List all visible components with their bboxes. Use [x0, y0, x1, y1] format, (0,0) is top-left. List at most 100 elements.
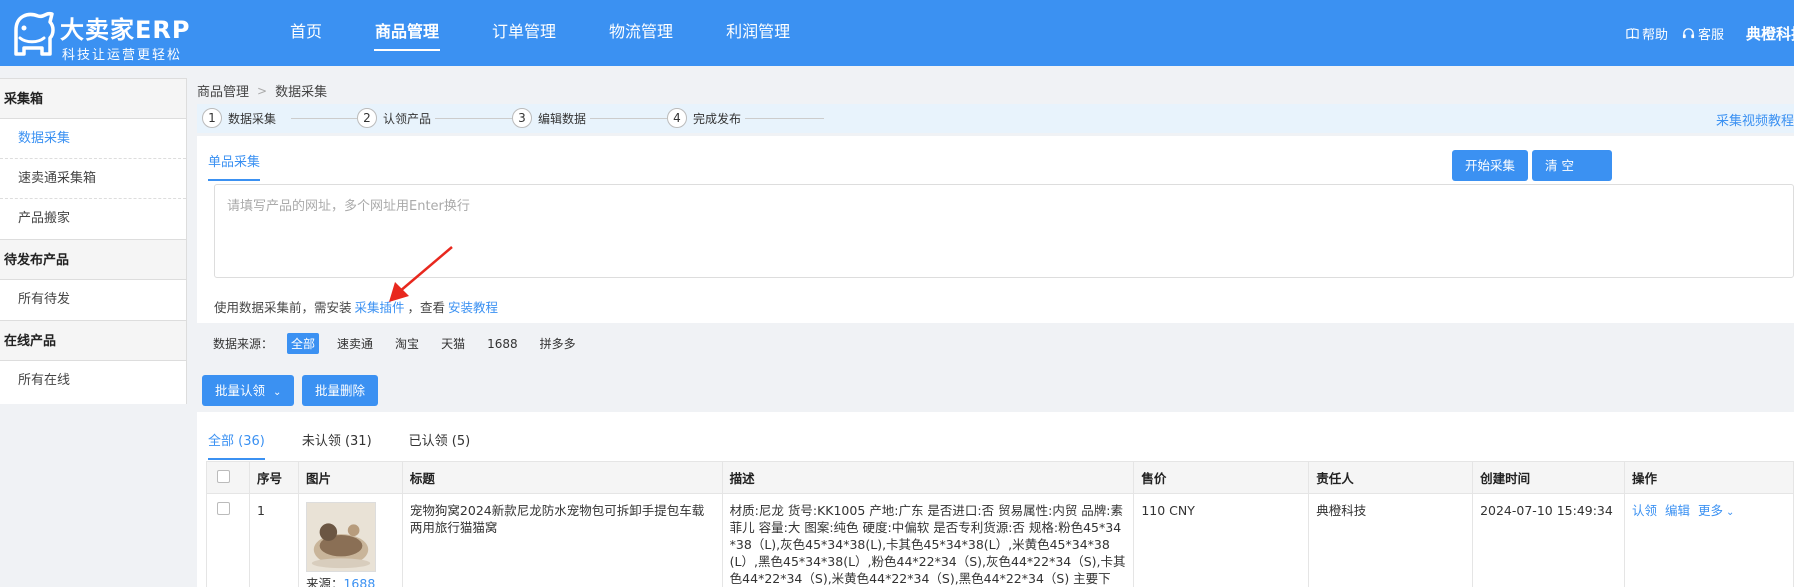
sidebar-item-all-online[interactable]: 所有在线 [0, 361, 186, 401]
source-filter: 数据来源： 全部 速卖通 淘宝 天猫 1688 拼多多 [213, 333, 580, 354]
edit-link[interactable]: 编辑 [1665, 502, 1690, 521]
source-tmall[interactable]: 天猫 [437, 333, 469, 354]
step-label: 编辑数据 [538, 111, 587, 126]
step-4: 4 完成发布 [667, 108, 746, 128]
brand-name: 大卖家ERP [60, 16, 191, 44]
product-list-panel: 全部 (36) 未认领 (31) 已认领 (5) 序号 图片 标题 描述 售价 … [197, 412, 1794, 587]
chevron-down-icon: ⌄ [273, 387, 282, 398]
header-right: 帮助 客服 典橙科技 [1626, 0, 1794, 66]
steps-bar: 1 数据采集 2 认领产品 3 编辑数据 4 完成发布 采集视频教程 [197, 104, 1794, 133]
more-label: 更多 [1698, 503, 1724, 518]
step-number: 2 [357, 108, 377, 128]
source-pinduoduo[interactable]: 拼多多 [536, 333, 580, 354]
sidebar-group-pending[interactable]: 待发布产品 [0, 239, 186, 280]
product-thumbnail[interactable] [305, 502, 376, 572]
header-created-time: 创建时间 [1472, 461, 1625, 494]
source-aliexpress[interactable]: 速卖通 [333, 333, 377, 354]
headset-icon [1682, 27, 1695, 38]
tab-unclaimed[interactable]: 未认领 (31) [302, 430, 372, 460]
step-label: 完成发布 [693, 111, 742, 126]
sidebar-group-online[interactable]: 在线产品 [0, 320, 186, 361]
step-1: 1 数据采集 [202, 108, 281, 128]
nav-products[interactable]: 商品管理 [360, 0, 454, 66]
row-source-label: 来源： [305, 576, 344, 587]
sidebar-item-data-collect[interactable]: 数据采集 [0, 119, 186, 159]
breadcrumb: 商品管理 > 数据采集 [197, 81, 328, 101]
row-image-cell: 来源：1688 [297, 493, 403, 587]
source-taobao[interactable]: 淘宝 [391, 333, 423, 354]
row-ops: 认领 编辑 更多 ⌄ [1632, 502, 1786, 521]
install-tutorial-link[interactable]: 安装教程 [448, 297, 498, 316]
bulk-claim-label: 批量认领 [215, 383, 266, 398]
table-row: 1 来源：1688 宠物狗窝2024新款尼龙防水宠物包可拆卸手提包车载两用旅行猫 [206, 493, 1794, 587]
sidebar-item-product-move[interactable]: 产品搬家 [0, 199, 186, 239]
hint-prefix: 使用数据采集前，需安装 [214, 300, 352, 315]
clear-button[interactable]: 清 空 [1532, 150, 1612, 181]
step-label: 数据采集 [228, 111, 277, 126]
tab-single-collect[interactable]: 单品采集 [208, 151, 261, 181]
header-owner: 责任人 [1308, 461, 1474, 494]
sidebar-item-all-pending[interactable]: 所有待发 [0, 280, 186, 320]
claim-link[interactable]: 认领 [1632, 502, 1657, 521]
row-source-link[interactable]: 1688 [343, 576, 375, 587]
breadcrumb-products[interactable]: 商品管理 [197, 81, 249, 100]
row-select-cell [206, 493, 250, 587]
tab-claimed[interactable]: 已认领 (5) [409, 430, 471, 460]
header-index: 序号 [248, 461, 299, 494]
help-link[interactable]: 帮助 [1626, 24, 1668, 43]
step-number: 4 [667, 108, 687, 128]
top-header: 大卖家ERP 科技让运营更轻松 首页 商品管理 订单管理 物流管理 利润管理 帮… [0, 0, 1794, 66]
nav-home[interactable]: 首页 [275, 0, 337, 66]
service-link[interactable]: 客服 [1682, 24, 1724, 43]
row-source: 来源：1688 [306, 575, 395, 587]
sidebar: 采集箱 数据采集 速卖通采集箱 产品搬家 待发布产品 所有待发 在线产品 所有在… [0, 78, 187, 404]
row-created-time: 2024-07-10 15:49:34 [1472, 493, 1625, 587]
header-image: 图片 [297, 461, 403, 494]
tab-all[interactable]: 全部 (36) [208, 430, 265, 460]
select-all-checkbox[interactable] [217, 469, 230, 483]
row-checkbox[interactable] [217, 502, 230, 515]
service-label: 客服 [1697, 27, 1724, 43]
logo-icon[interactable] [8, 8, 58, 58]
step-number: 1 [202, 108, 222, 128]
row-actions: 认领 编辑 更多 ⌄ [1624, 493, 1794, 587]
sidebar-group-collect[interactable]: 采集箱 [0, 78, 186, 119]
bulk-delete-button[interactable]: 批量删除 [302, 375, 379, 406]
row-title: 宠物狗窝2024新款尼龙防水宠物包可拆卸手提包车载两用旅行猫猫窝 [401, 493, 723, 587]
product-table: 序号 图片 标题 描述 售价 责任人 创建时间 操作 1 来源：1688 宠物狗… [206, 461, 1794, 587]
bulk-toolbar [197, 369, 1794, 412]
list-tabs: 全部 (36) 未认领 (31) 已认领 (5) [208, 430, 470, 460]
breadcrumb-data-collect: 数据采集 [275, 85, 328, 100]
main-nav: 首页 商品管理 订单管理 物流管理 利润管理 [275, 0, 828, 66]
header-price: 售价 [1133, 461, 1310, 494]
company-name[interactable]: 典橙科技 [1746, 23, 1794, 44]
more-link[interactable]: 更多 ⌄ [1698, 502, 1734, 521]
book-icon [1626, 27, 1639, 39]
red-arrow-annotation [389, 246, 453, 302]
sidebar-item-aliexpress-box[interactable]: 速卖通采集箱 [0, 159, 186, 199]
row-price: 110 CNY [1133, 493, 1310, 587]
collect-video-tutorial-link[interactable]: 采集视频教程 [1716, 110, 1794, 129]
nav-orders[interactable]: 订单管理 [477, 0, 571, 66]
row-owner: 典橙科技 [1308, 493, 1474, 587]
step-number: 3 [512, 108, 532, 128]
table-header-row: 序号 图片 标题 描述 售价 责任人 创建时间 操作 [206, 461, 1794, 494]
chevron-down-icon: ⌄ [1726, 507, 1735, 518]
help-label: 帮助 [1641, 27, 1668, 43]
row-index: 1 [248, 493, 299, 587]
header-description: 描述 [721, 461, 1135, 494]
nav-logistics[interactable]: 物流管理 [594, 0, 688, 66]
nav-profit[interactable]: 利润管理 [711, 0, 805, 66]
brand-slogan: 科技让运营更轻松 [62, 48, 183, 63]
header-title: 标题 [401, 461, 723, 494]
source-label: 数据来源： [213, 337, 274, 351]
step-label: 认领产品 [383, 111, 432, 126]
row-description: 材质:尼龙 货号:KK1005 产地:广东 是否进口:否 贸易属性:内贸 品牌:… [721, 493, 1135, 587]
bulk-claim-button[interactable]: 批量认领 ⌄ [202, 375, 295, 406]
source-1688[interactable]: 1688 [483, 335, 522, 353]
start-collect-button[interactable]: 开始采集 [1452, 150, 1529, 181]
step-3: 3 编辑数据 [512, 108, 591, 128]
source-all[interactable]: 全部 [287, 333, 320, 354]
step-2: 2 认领产品 [357, 108, 436, 128]
header-select-all[interactable] [206, 461, 250, 494]
